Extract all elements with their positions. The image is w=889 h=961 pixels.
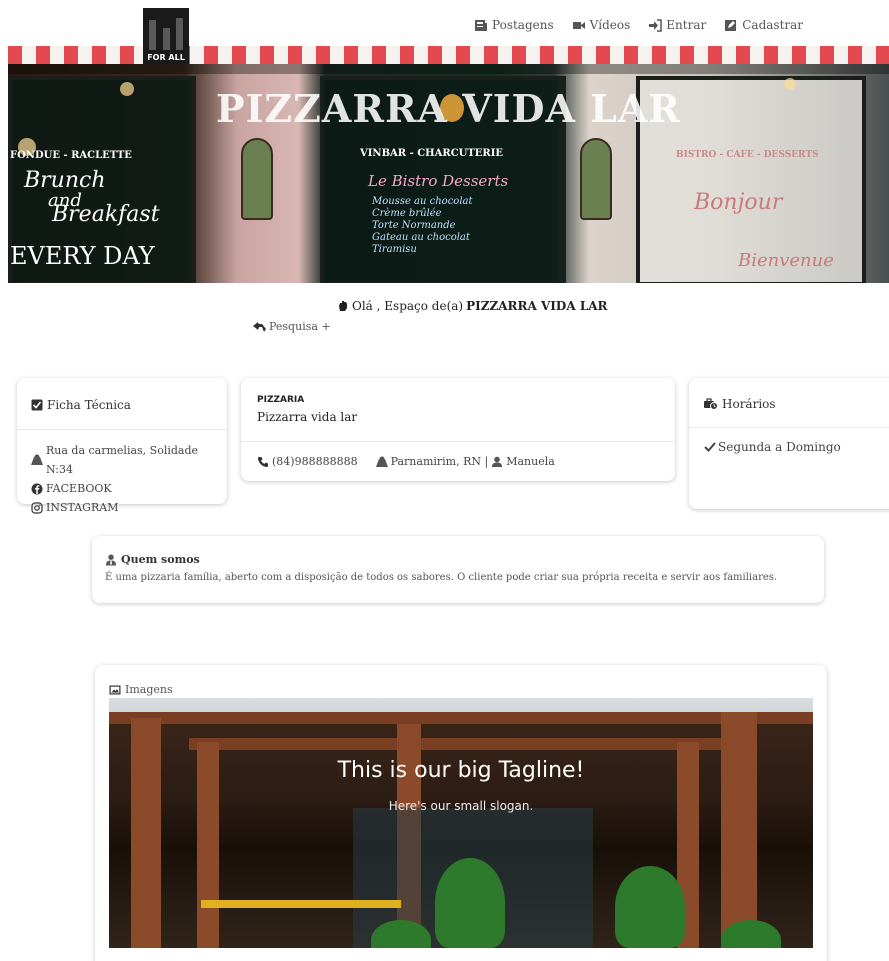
map-marker-icon xyxy=(31,454,43,465)
user-tie-icon xyxy=(106,554,116,565)
nav-entrar-link[interactable]: Entrar xyxy=(648,18,706,32)
instagram-icon xyxy=(31,501,43,514)
pergola-post xyxy=(721,712,757,948)
chalk-text: Breakfast xyxy=(52,202,160,227)
address-line: Rua da carmelias, Solidade N:34 xyxy=(31,441,227,479)
greeting-name: PIZZARRA VIDA LAR xyxy=(466,299,608,313)
hand-wave-icon xyxy=(339,301,347,311)
top-navbar: FOR ALL Postagens Vídeos Entrar Cadastra… xyxy=(0,0,889,64)
quem-somos-header: Quem somos xyxy=(105,553,200,566)
facebook-label: FACEBOOK xyxy=(46,482,112,495)
divider xyxy=(17,429,227,430)
ficha-details: Rua da carmelias, Solidade N:34 FACEBOOK… xyxy=(31,441,227,517)
imagens-card: Imagens This is our big Tagline! Here's … xyxy=(95,665,827,961)
ficha-title: Ficha Técnica xyxy=(47,398,131,412)
imagens-header: Imagens xyxy=(109,683,173,696)
chalk-text: Bonjour xyxy=(694,190,783,215)
phone-icon xyxy=(258,456,268,467)
chalk-text: EVERY DAY xyxy=(10,242,155,270)
instagram-label: INSTAGRAM xyxy=(46,501,119,514)
search-link-label: Pesquisa + xyxy=(269,320,331,333)
business-owner: Manuela xyxy=(506,455,555,468)
sign-in-icon xyxy=(649,18,663,32)
chalk-text: Le Bistro Desserts xyxy=(368,172,509,190)
wall-planter xyxy=(241,138,273,220)
logo-bar xyxy=(163,28,170,50)
edit-square-icon xyxy=(725,19,737,31)
map-marker-icon xyxy=(375,456,388,467)
horarios-title: Horários xyxy=(722,397,776,411)
potted-plant xyxy=(721,920,781,948)
chalk-text: Bienvenue xyxy=(738,250,834,271)
nav-links: Postagens Vídeos Entrar Cadastrar xyxy=(474,18,803,32)
facebook-link[interactable]: FACEBOOK xyxy=(31,479,227,498)
nav-entrar-label: Entrar xyxy=(666,18,707,32)
horarios-card: Horários Segunda a Domingo xyxy=(689,378,889,509)
logo-bar xyxy=(176,18,183,50)
horarios-header: Horários xyxy=(704,397,776,411)
awning-shadow xyxy=(8,64,889,74)
checkbox-icon xyxy=(31,399,43,411)
horarios-days: Segunda a Domingo xyxy=(704,440,841,454)
carousel-slogan: Here's our small slogan. xyxy=(388,799,534,813)
wall-planter xyxy=(580,138,612,220)
business-info-card: PIZZARIA Pizzarra vida lar (84)988888888… xyxy=(241,378,675,481)
for-all-logo[interactable]: FOR ALL xyxy=(143,8,189,64)
nav-cadastrar-link[interactable]: Cadastrar xyxy=(724,18,803,32)
address-text: Rua da carmelias, Solidade N:34 xyxy=(46,444,199,476)
business-type: PIZZARIA xyxy=(257,395,305,405)
logo-text: FOR ALL xyxy=(147,53,185,62)
horarios-days-text: Segunda a Domingo xyxy=(718,440,841,454)
carousel-tagline: This is our big Tagline! xyxy=(337,758,585,783)
reply-all-icon xyxy=(253,321,266,332)
ficha-tecnica-card: Ficha Técnica Rua da carmelias, Solidade… xyxy=(17,378,227,514)
chalk-text: Mousse au chocolat Crème brûlée Torte Norm… xyxy=(372,196,473,255)
instagram-link[interactable]: INSTAGRAM xyxy=(31,498,227,517)
divider xyxy=(241,441,675,442)
potted-plant xyxy=(615,866,685,948)
check-icon xyxy=(704,442,716,452)
hero-title: PIZZARRA VIDA LAR xyxy=(216,86,681,131)
awning xyxy=(8,46,889,64)
chalk-text: FONDUE - RACLETTE xyxy=(10,150,132,161)
pergola-beam xyxy=(189,738,749,750)
divider xyxy=(689,427,889,428)
video-camera-icon xyxy=(572,21,585,29)
greeting: Olá , Espaço de(a) PIZZARRA VIDA LAR xyxy=(337,299,608,313)
facebook-icon xyxy=(31,483,43,494)
chalk-text: VINBAR - CHARCUTERIE xyxy=(360,148,504,159)
nav-postagens-link[interactable]: Postagens xyxy=(474,18,554,32)
nav-cadastrar-label: Cadastrar xyxy=(742,18,804,32)
image-icon xyxy=(109,685,121,694)
business-city: Parnamirim, RN | xyxy=(390,455,489,468)
business-contact-row: (84)988888888 Parnamirim, RN | Manuela xyxy=(257,455,555,468)
business-phone: (84)988888888 xyxy=(272,455,358,468)
pergola-beam xyxy=(109,712,813,724)
quem-somos-text: É uma pizzaria família, aberto com a dis… xyxy=(105,572,778,583)
potted-plant xyxy=(435,858,505,948)
quem-somos-title: Quem somos xyxy=(121,553,200,566)
pergola-post xyxy=(131,718,161,948)
quem-somos-card: Quem somos É uma pizzaria família, abert… xyxy=(92,536,824,603)
image-carousel-slide[interactable]: This is our big Tagline! Here's our smal… xyxy=(109,698,813,948)
user-icon xyxy=(492,456,503,467)
ficha-header: Ficha Técnica xyxy=(31,398,131,412)
business-name: Pizzarra vida lar xyxy=(257,410,358,424)
newspaper-icon xyxy=(475,19,487,31)
logo-bar xyxy=(149,20,156,50)
hero-banner: FONDUE - RACLETTE Brunch and Breakfast E… xyxy=(8,46,889,283)
shop-sign-strip xyxy=(201,900,401,908)
search-link[interactable]: Pesquisa + xyxy=(253,320,331,333)
chalk-text: BISTRO - CAFE - DESSERTS xyxy=(676,150,819,160)
nav-postagens-label: Postagens xyxy=(492,18,554,32)
nav-videos-link[interactable]: Vídeos xyxy=(572,18,631,32)
imagens-title: Imagens xyxy=(125,683,173,696)
greeting-prefix: Olá , Espaço de(a) xyxy=(352,299,464,313)
nav-videos-label: Vídeos xyxy=(589,18,631,32)
business-time-icon xyxy=(704,398,718,410)
